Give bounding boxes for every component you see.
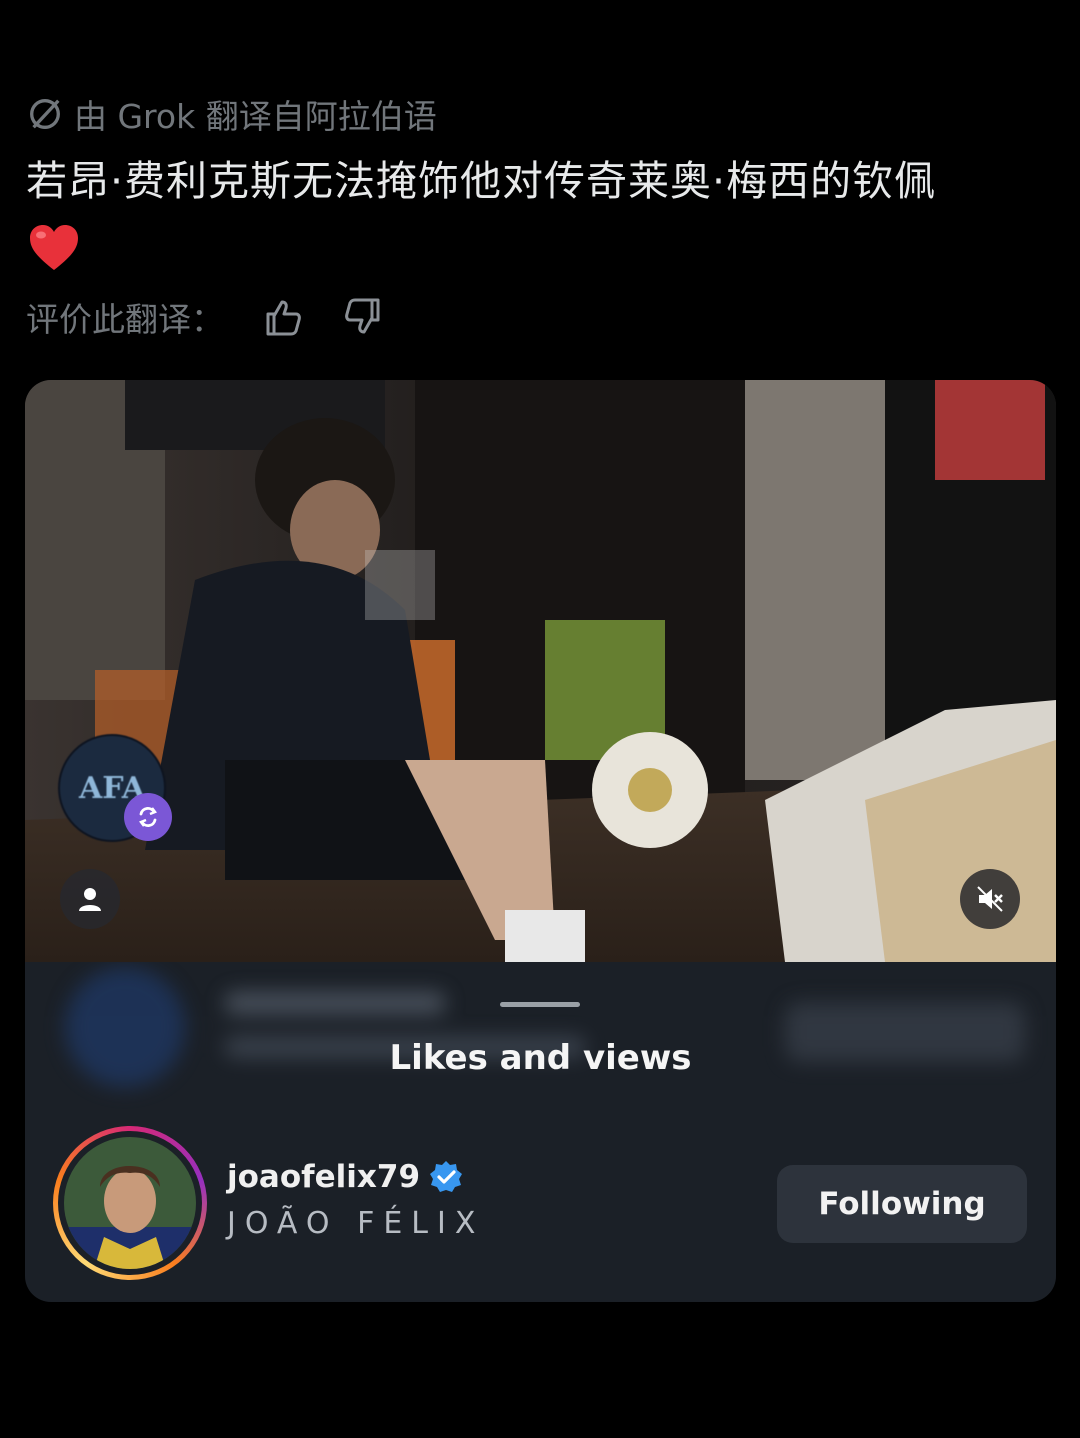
mute-button[interactable] [960,869,1020,929]
person-icon [79,888,101,911]
user-username-row[interactable]: joaofelix79 [227,1159,464,1195]
username[interactable]: joaofelix79 [227,1159,420,1195]
post-text: 若昂·费利克斯无法掩饰他对传奇莱奥·梅西的钦佩 [26,150,1056,276]
repost-badge [124,793,172,841]
avatar [64,1137,196,1269]
verified-badge-icon [430,1161,463,1192]
following-button[interactable]: Following [777,1165,1027,1243]
page: 由 Grok 翻译自阿拉伯语 若昂·费利克斯无法掩饰他对传奇莱奥·梅西的钦佩 评… [0,0,1080,1438]
tagged-users-button[interactable] [60,869,120,929]
video-frame[interactable] [25,380,1056,962]
speaker-muted-icon [977,886,1003,912]
thumbs-up-button[interactable] [262,296,304,338]
likes-views-sheet: Likes and views joaofelix79 JOÃO FÉLIX F… [25,962,1056,1302]
display-name: JOÃO FÉLIX [227,1206,485,1241]
translation-label: 由 Grok 翻译自阿拉伯语 [74,97,437,136]
heart-emoji [30,225,78,270]
sheet-drag-handle[interactable] [500,1002,580,1007]
rate-translation: 评价此翻译： [26,292,384,342]
user-avatar-story-ring[interactable] [53,1126,207,1280]
repost-icon [139,807,157,827]
grok-icon [30,99,60,129]
thumbs-up-icon [266,300,301,336]
translation-notice: 由 Grok 翻译自阿拉伯语 [26,92,437,136]
rate-label: 评价此翻译： [26,300,224,339]
thumbs-down-icon [345,298,380,334]
sheet-title: Likes and views [389,1038,692,1078]
post-body: 若昂·费利克斯无法掩饰他对传奇莱奥·梅西的钦佩 [26,157,937,205]
thumbs-down-button[interactable] [342,296,384,338]
